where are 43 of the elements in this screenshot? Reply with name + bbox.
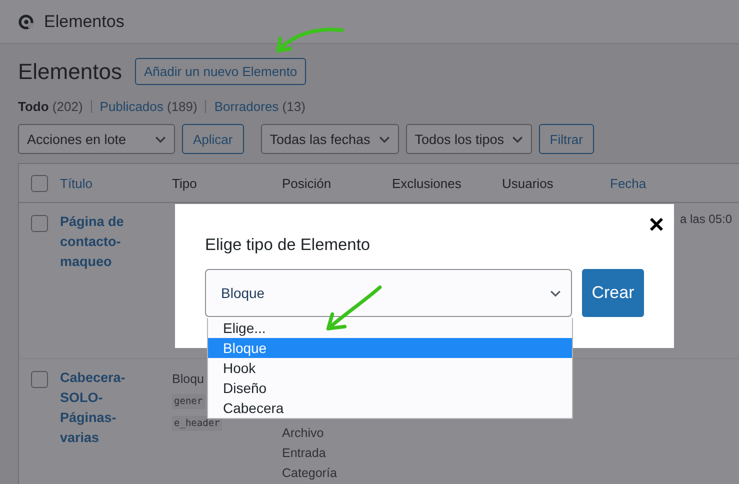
column-header: Tipo: [172, 176, 198, 190]
column-header: Exclusiones: [392, 176, 462, 190]
action-button[interactable]: Filtrar: [538, 124, 594, 154]
action-button[interactable]: Aplicar: [182, 124, 244, 154]
dropdown-option[interactable]: Elige...: [208, 318, 572, 338]
chevron-icon: [378, 136, 390, 142]
dropdown-option[interactable]: Cabecera: [208, 398, 572, 418]
header-title: Elementos: [44, 12, 124, 32]
checkbox[interactable]: [31, 174, 48, 192]
modal-title: Elige tipo de Elemento: [205, 236, 370, 255]
column-header[interactable]: Fecha: [610, 176, 730, 190]
dropdown-option[interactable]: Diseño: [208, 378, 572, 398]
column-header: Usuarios: [502, 176, 554, 190]
position-text: Archivo: [282, 426, 324, 441]
type-select[interactable]: Bloque: [205, 269, 572, 317]
dropdown[interactable]: Todos los tipos: [406, 124, 532, 154]
close-button[interactable]: ×: [648, 213, 664, 235]
create-button[interactable]: Crear: [582, 269, 644, 317]
add-new-button[interactable]: Añadir un nuevo Elemento: [134, 58, 306, 85]
chevron-icon: [155, 136, 166, 142]
date-text: a las 05:0: [680, 212, 732, 227]
chevron-icon: [512, 136, 523, 142]
filter-link[interactable]: Publicados (189): [100, 99, 198, 114]
row-title-link[interactable]: Página de contacto-maqueo: [60, 203, 172, 358]
dropdown-option[interactable]: Hook: [208, 358, 572, 378]
dropdown[interactable]: Acciones en lote: [18, 124, 175, 154]
hook-tag: gener: [172, 394, 205, 409]
dropdown-option[interactable]: Bloque: [208, 338, 572, 358]
dropdown[interactable]: Todas las fechas: [260, 124, 399, 154]
checkbox[interactable]: [31, 371, 48, 388]
hook-tag: e_header: [172, 416, 222, 431]
column-header[interactable]: Título: [60, 176, 172, 190]
position-text: Entrada: [282, 446, 326, 461]
column-header: Posición: [282, 176, 332, 190]
position-text: Categoría: [282, 466, 337, 481]
chevron-icon: [550, 290, 561, 296]
filter-link[interactable]: Borradores (13): [214, 99, 306, 114]
page-title: Elementos: [18, 58, 122, 84]
type-text: Bloqu: [172, 372, 204, 387]
row-title-link[interactable]: Cabecera-SOLO-Páginas-varias: [60, 359, 172, 481]
checkbox[interactable]: [31, 215, 48, 232]
logo-icon: [18, 14, 34, 30]
filter-link[interactable]: Todo (202): [18, 99, 83, 114]
